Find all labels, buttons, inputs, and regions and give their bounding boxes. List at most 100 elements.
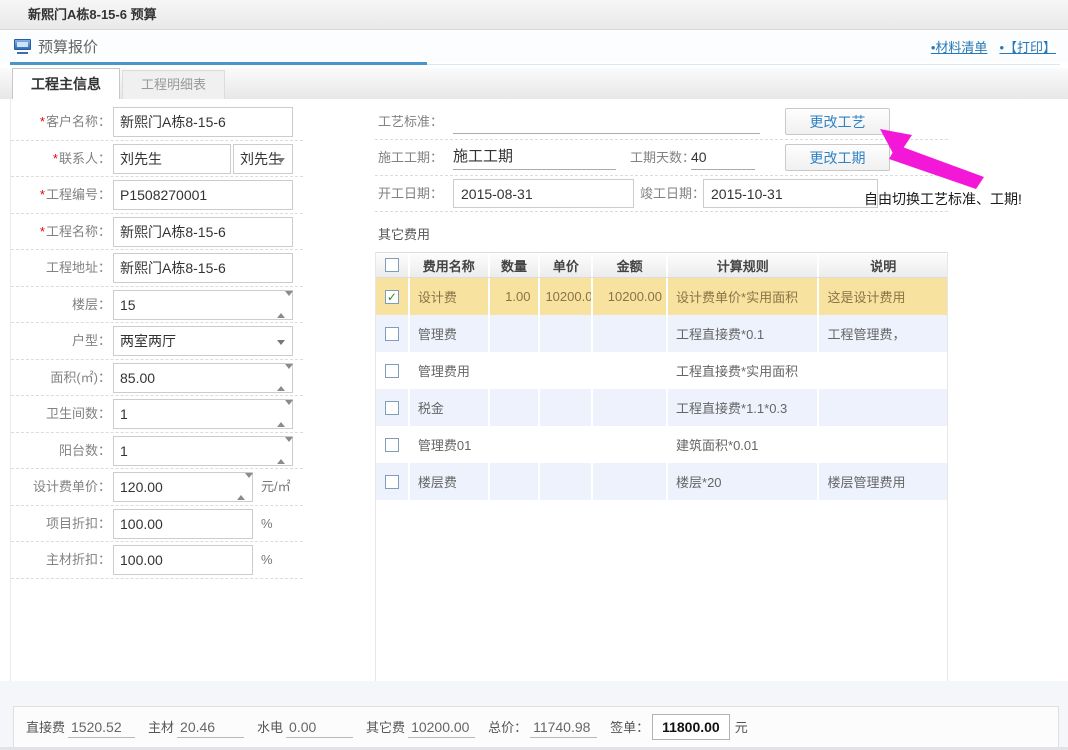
fee-name: 管理费01	[410, 426, 490, 463]
area-input[interactable]	[114, 364, 292, 392]
summary-water-electric: 水电0.00	[257, 717, 353, 738]
checkbox-checked[interactable]: ✓	[385, 290, 399, 304]
form-row-project-discount: 项目折扣：%	[11, 506, 303, 543]
fee-amount	[593, 352, 668, 389]
balcony-count-spinner[interactable]	[277, 442, 287, 460]
project-discount-unit: %	[261, 506, 273, 542]
spinner-up-icon[interactable]	[277, 405, 285, 427]
fee-checkbox-cell	[376, 315, 410, 352]
fee-row-楼层费[interactable]: 楼层费楼层*20楼层管理费用	[376, 463, 947, 500]
customer-name-field	[113, 107, 293, 137]
spinner-down-icon[interactable]	[285, 364, 293, 386]
chevron-down-icon[interactable]	[277, 340, 285, 345]
spinner-up-icon[interactable]	[277, 296, 285, 318]
checkbox-unchecked[interactable]	[385, 475, 399, 489]
project-discount-field	[113, 509, 253, 539]
toolbar-divider	[427, 64, 1060, 65]
form-row-design-fee-unit-price: 设计费单价：元/㎡	[11, 469, 303, 506]
design-fee-unit-price-input[interactable]	[114, 473, 252, 501]
fee-calc-rule: 工程直接费*1.1*0.3	[668, 389, 819, 426]
material-discount-input[interactable]	[114, 546, 252, 574]
contact-person-select[interactable]: 刘先生	[233, 144, 293, 174]
summary-direct-fee: 直接费1520.52	[26, 717, 135, 738]
fee-row-管理费[interactable]: 管理费工程直接费*0.1工程管理费，	[376, 315, 947, 352]
customer-name-label: *客户名称：	[11, 104, 111, 140]
fee-row-税金[interactable]: 税金 工程直接费*1.1*0.3	[376, 389, 947, 426]
annotation-arrow	[856, 125, 1006, 195]
fees-table-body: ✓设计费1.0010200.0010200.00设计费单价*实用面积这是设计费用…	[376, 278, 947, 500]
form-row-balcony-count: 阳台数：	[11, 433, 303, 470]
house-type-input[interactable]	[114, 327, 292, 355]
bathroom-count-spinner[interactable]	[277, 405, 287, 423]
column-header: 金额	[593, 253, 668, 277]
checkbox-unchecked[interactable]	[385, 364, 399, 378]
spinner-up-icon[interactable]	[237, 478, 245, 500]
spinner-down-icon[interactable]	[285, 400, 293, 422]
fee-calc-rule: 建筑面积*0.01	[668, 426, 819, 463]
fee-checkbox-cell	[376, 352, 410, 389]
header-checkbox-cell	[376, 253, 410, 277]
end-date-field	[703, 179, 878, 208]
tab-project-detail-sheet[interactable]: 工程明细表	[122, 70, 225, 99]
materials-list-link[interactable]: •材料清单	[931, 37, 988, 56]
toolbar: 预算报价 •材料清单 •【打印】	[0, 30, 1068, 62]
floor-input[interactable]	[114, 291, 292, 319]
craft-label: 工艺标准：	[378, 104, 443, 140]
other-fees-table: 费用名称数量单价金额计算规则说明 ✓设计费1.0010200.0010200.0…	[375, 252, 948, 688]
spinner-down-icon[interactable]	[285, 437, 293, 459]
project-address-input[interactable]	[114, 254, 292, 282]
fee-row-管理费01[interactable]: 管理费01 建筑面积*0.01	[376, 426, 947, 463]
required-marker: *	[40, 187, 45, 202]
checkbox-unchecked[interactable]	[385, 401, 399, 415]
active-section-underline	[10, 62, 427, 65]
tab-project-main-info[interactable]: 工程主信息	[12, 68, 120, 99]
sign-amount-input[interactable]: 11800.00	[652, 714, 730, 740]
tabstrip: 工程主信息工程明细表	[0, 68, 1068, 99]
bathroom-count-label: 卫生间数：	[11, 396, 111, 432]
start-date-input[interactable]	[454, 180, 633, 207]
fee-qty	[490, 463, 541, 500]
form-row-material-discount: 主材折扣：%	[11, 542, 303, 579]
fees-table-header: 费用名称数量单价金额计算规则说明	[376, 252, 947, 278]
project-discount-input[interactable]	[114, 510, 252, 538]
craft-standard-value	[453, 108, 760, 134]
direct-fee-value: 1520.52	[68, 719, 135, 738]
other-fee-label: 其它费	[366, 717, 405, 736]
select-all-checkbox[interactable]	[385, 258, 399, 272]
contact-person-input[interactable]	[114, 145, 230, 173]
floor-label: 楼层：	[11, 287, 111, 323]
fee-row-设计费[interactable]: ✓设计费1.0010200.0010200.00设计费单价*实用面积这是设计费用	[376, 278, 947, 315]
end-date-input[interactable]	[704, 180, 877, 207]
bathroom-count-input[interactable]	[114, 400, 292, 428]
form-row-project-name: *工程名称：	[11, 214, 303, 251]
balcony-count-input[interactable]	[114, 437, 292, 465]
print-link[interactable]: •【打印】	[999, 37, 1056, 56]
fee-row-管理费用[interactable]: 管理费用工程直接费*实用面积	[376, 352, 947, 389]
design-fee-unit-price-spinner[interactable]	[237, 478, 247, 496]
fee-calc-rule: 楼层*20	[668, 463, 819, 500]
checkbox-unchecked[interactable]	[385, 327, 399, 341]
project-name-field	[113, 217, 293, 247]
fee-qty	[490, 352, 541, 389]
summary-main-material: 主材20.46	[148, 717, 244, 738]
spinner-down-icon[interactable]	[245, 473, 253, 495]
customer-name-input[interactable]	[114, 108, 292, 136]
project-name-input[interactable]	[114, 218, 292, 246]
area-spinner[interactable]	[277, 369, 287, 387]
page-title: 预算报价	[38, 36, 98, 57]
required-marker: *	[53, 151, 58, 166]
project-no-input[interactable]	[114, 181, 292, 209]
spinner-up-icon[interactable]	[277, 369, 285, 391]
floor-spinner[interactable]	[277, 296, 287, 314]
checkbox-unchecked[interactable]	[385, 438, 399, 452]
fee-name: 税金	[410, 389, 490, 426]
column-header: 费用名称	[410, 253, 490, 277]
required-marker: *	[40, 114, 45, 129]
project-no-label: *工程编号：	[11, 177, 111, 213]
spinner-up-icon[interactable]	[277, 442, 285, 464]
total-price-value: 11740.98	[530, 719, 597, 738]
direct-fee-label: 直接费	[26, 717, 65, 736]
balcony-count-label: 阳台数：	[11, 433, 111, 469]
house-type-field	[113, 326, 293, 356]
spinner-down-icon[interactable]	[285, 291, 293, 313]
